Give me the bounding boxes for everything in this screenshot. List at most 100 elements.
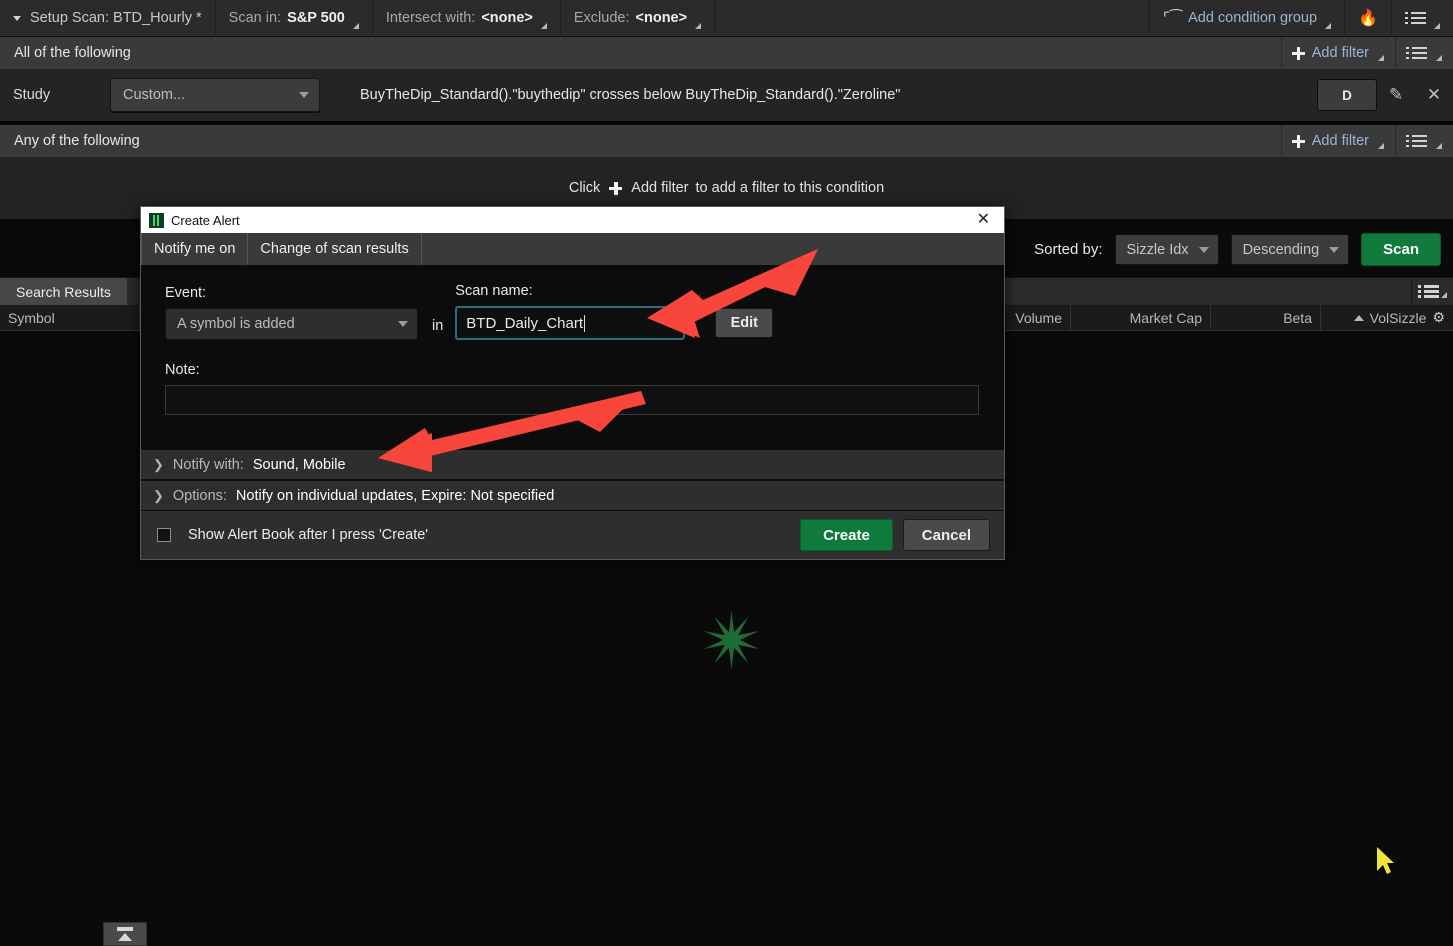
edit-button[interactable]: Edit — [715, 308, 774, 338]
tab-search-results[interactable]: Search Results — [0, 277, 127, 306]
study-row-label: Study — [13, 87, 51, 103]
hint-prefix: Click — [568, 180, 601, 196]
list-menu-icon — [1406, 134, 1427, 148]
notify-with-value: Sound, Mobile — [252, 456, 346, 473]
sort-direction-value: Descending — [1242, 241, 1320, 258]
setup-scan-label: Setup Scan: BTD_Hourly * — [30, 10, 202, 26]
exclude-selector[interactable]: Exclude: <none> — [561, 0, 716, 37]
dialog-tab-bar: Notify me on Change of scan results — [141, 233, 1004, 265]
event-dropdown[interactable]: A symbol is added — [165, 308, 418, 340]
note-input[interactable] — [165, 385, 979, 415]
column-header-market-cap[interactable]: Market Cap — [1071, 304, 1211, 331]
setup-scan-menu[interactable]: Setup Scan: BTD_Hourly * — [0, 0, 216, 37]
cancel-button[interactable]: Cancel — [902, 519, 990, 551]
close-icon[interactable]: ✕ — [971, 212, 996, 228]
add-condition-group-label: Add condition group — [1188, 10, 1318, 26]
add-condition-group-button[interactable]: ⌜⁀ Add condition group — [1150, 0, 1346, 37]
event-field-group: Event: A symbol is added — [165, 285, 418, 340]
pencil-icon[interactable]: ✎ — [1377, 68, 1415, 122]
list-menu-icon — [1406, 46, 1427, 60]
close-x-icon[interactable]: ✕ — [1415, 68, 1453, 122]
column-header-volsizzle[interactable]: VolSizzle ⚙ — [1321, 305, 1453, 331]
flame-button[interactable]: 🔥 — [1345, 0, 1392, 37]
create-button[interactable]: Create — [800, 519, 893, 551]
notify-with-label: Notify with: — [172, 456, 244, 473]
exclude-label: Exclude: — [573, 10, 630, 26]
notify-with-section[interactable]: ❯ Notify with: Sound, Mobile — [141, 449, 1004, 480]
chevron-down-icon — [299, 92, 309, 98]
dropdown-corner-icon — [1434, 22, 1440, 29]
options-section[interactable]: ❯ Options: Notify on individual updates,… — [141, 480, 1004, 511]
sort-direction-dropdown[interactable]: Descending — [1230, 234, 1350, 265]
toolbar-menu-button[interactable] — [1392, 0, 1453, 37]
condition-group-any-menu[interactable] — [1395, 125, 1453, 157]
condition-group-all-menu[interactable] — [1395, 37, 1453, 69]
dialog-footer: Show Alert Book after I press 'Create' C… — [141, 511, 1004, 559]
collapse-up-icon — [117, 927, 133, 931]
mouse-pointer-icon — [1377, 847, 1394, 874]
study-filter-row: Study Custom... BuyTheDip_Standard()."bu… — [0, 69, 1453, 123]
chevron-down-icon — [13, 15, 21, 21]
chevron-down-icon — [1198, 246, 1209, 253]
dropdown-corner-icon — [1436, 55, 1442, 61]
scan-name-field-group: Scan name: BTD_Daily_Chart — [455, 283, 686, 340]
event-value: A symbol is added — [177, 316, 295, 332]
scan-button[interactable]: Scan — [1361, 233, 1441, 266]
dropdown-corner-icon — [352, 22, 359, 29]
dropdown-corner-icon — [540, 22, 547, 29]
dropdown-corner-icon — [695, 22, 702, 29]
sort-field-value: Sizzle Idx — [1126, 241, 1189, 258]
study-type-dropdown[interactable]: Custom... — [110, 78, 320, 112]
gear-icon[interactable]: ⚙ — [1432, 309, 1445, 326]
plus-icon — [609, 181, 623, 195]
intersect-with-selector[interactable]: Intersect with: <none> — [373, 0, 561, 37]
note-label: Note: — [165, 362, 200, 378]
study-type-value: Custom... — [123, 87, 186, 103]
scan-name-input[interactable]: BTD_Daily_Chart — [455, 306, 686, 340]
scan-name-label: Scan name: — [455, 283, 533, 299]
collapse-panel-button[interactable] — [103, 922, 147, 946]
hint-link[interactable]: Add filter — [631, 180, 688, 196]
create-alert-dialog: Create Alert ✕ Notify me on Change of sc… — [140, 206, 1005, 560]
aggregation-period-button[interactable]: D — [1317, 79, 1377, 111]
loading-spinner — [697, 609, 759, 671]
chevron-right-icon: ❯ — [153, 456, 164, 472]
in-connector-label: in — [432, 318, 444, 334]
sorted-by-label: Sorted by: — [1034, 241, 1103, 258]
column-header-symbol[interactable]: Symbol — [0, 304, 140, 331]
add-filter-button-any[interactable]: Add filter — [1280, 125, 1395, 157]
tab-change-of-scan-results[interactable]: Change of scan results — [248, 233, 422, 265]
results-menu-button[interactable] — [1411, 277, 1453, 306]
collapse-up-triangle-icon — [118, 933, 132, 941]
scan-in-value: S&P 500 — [287, 10, 345, 26]
thinkorswim-icon — [149, 212, 164, 228]
dialog-title-bar: Create Alert ✕ — [141, 207, 1004, 233]
column-header-beta[interactable]: Beta — [1211, 304, 1321, 331]
scan-name-value: BTD_Daily_Chart — [466, 314, 584, 332]
add-filter-label: Add filter — [1311, 45, 1369, 61]
study-formula-text[interactable]: BuyTheDip_Standard()."buythedip" crosses… — [320, 87, 1317, 103]
show-alert-book-checkbox[interactable] — [157, 528, 171, 542]
scan-in-label: Scan in: — [228, 10, 282, 26]
scan-workspace: Setup Scan: BTD_Hourly * Scan in: S&P 50… — [0, 0, 1453, 946]
dialog-body: Event: A symbol is added in Scan name: B… — [141, 265, 1004, 449]
dropdown-corner-icon — [1436, 143, 1442, 149]
intersect-label: Intersect with: — [385, 10, 476, 26]
scan-in-selector[interactable]: Scan in: S&P 500 — [216, 0, 373, 37]
toolbar-spacer — [715, 0, 1150, 37]
tab-notify-me-on[interactable]: Notify me on — [141, 233, 249, 265]
event-label: Event: — [165, 285, 207, 301]
sort-field-dropdown[interactable]: Sizzle Idx — [1114, 234, 1219, 265]
hint-suffix: to add a filter to this condition — [695, 180, 885, 196]
event-row: Event: A symbol is added in Scan name: B… — [165, 283, 982, 340]
text-caret — [584, 314, 586, 332]
plus-icon — [1291, 46, 1305, 60]
exclude-value: <none> — [635, 10, 688, 26]
intersect-value: <none> — [481, 10, 533, 26]
top-toolbar: Setup Scan: BTD_Hourly * Scan in: S&P 50… — [0, 0, 1453, 37]
dropdown-corner-icon — [1441, 291, 1447, 298]
condition-group-all-label: All of the following — [14, 45, 131, 61]
options-label: Options: — [172, 487, 227, 504]
dropdown-corner-icon — [1378, 143, 1384, 149]
add-filter-button-all[interactable]: Add filter — [1280, 37, 1395, 69]
